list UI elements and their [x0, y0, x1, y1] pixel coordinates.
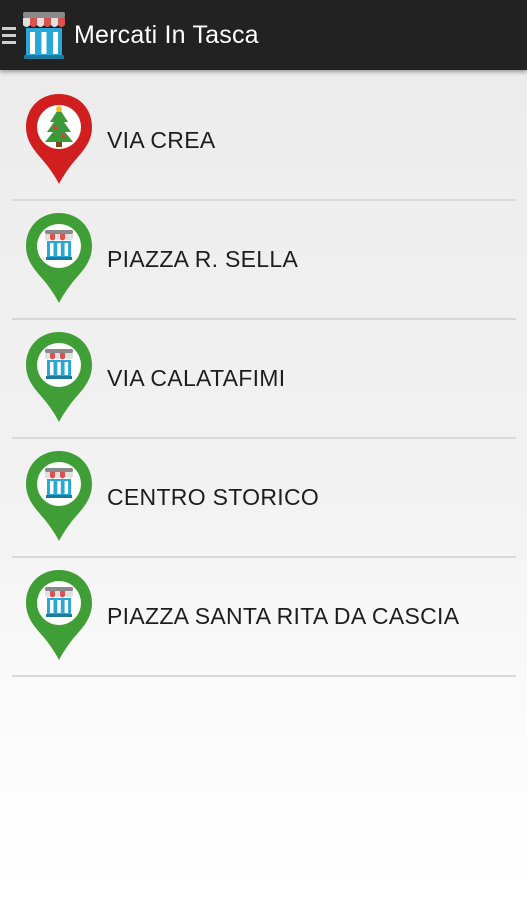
map-pin-green-icon [26, 213, 92, 303]
market-label: PIAZZA SANTA RITA DA CASCIA [107, 603, 460, 629]
market-label: CENTRO STORICO [107, 484, 320, 510]
map-pin-green-icon [26, 332, 92, 422]
market-label: VIA CREA [107, 127, 216, 153]
map-pin-red-icon [26, 94, 92, 184]
market-label: PIAZZA R. SELLA [107, 246, 299, 272]
market-list: VIA CREA PIAZZA R. SELLA VIA CALATAFIMI … [12, 82, 516, 677]
market-stall-icon [45, 349, 73, 379]
list-item[interactable]: VIA CREA [12, 82, 516, 201]
map-pin-green-icon [26, 451, 92, 541]
market-stall-icon [45, 468, 73, 498]
market-stall-icon[interactable] [20, 10, 68, 60]
drawer-menu-icon[interactable] [2, 26, 16, 44]
market-stall-icon [45, 230, 73, 260]
market-stall-icon [45, 587, 73, 617]
list-item[interactable]: CENTRO STORICO [12, 439, 516, 558]
list-item[interactable]: VIA CALATAFIMI [12, 320, 516, 439]
app-title: Mercati In Tasca [74, 20, 259, 49]
market-label: VIA CALATAFIMI [107, 365, 286, 391]
list-item[interactable]: PIAZZA SANTA RITA DA CASCIA [12, 558, 516, 677]
map-pin-green-icon [26, 570, 92, 660]
list-item[interactable]: PIAZZA R. SELLA [12, 201, 516, 320]
action-bar: Mercati In Tasca [0, 0, 527, 70]
